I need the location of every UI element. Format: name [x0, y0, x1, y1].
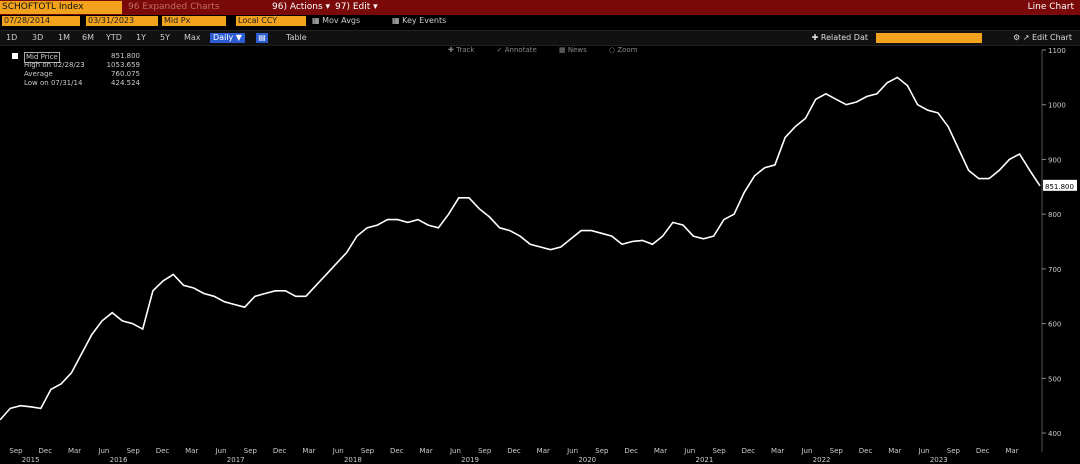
y-tick-label: 500	[1048, 375, 1061, 383]
x-tick-label: Sep	[712, 447, 726, 455]
x-year-label: 2017	[227, 456, 245, 464]
x-tick-label: Mar	[302, 447, 315, 455]
x-tick-label: Dec	[624, 447, 638, 455]
edit-menu[interactable]: 97) Edit ▾	[335, 1, 378, 14]
range-6m[interactable]: 6M	[82, 33, 94, 43]
x-tick-label: Mar	[68, 447, 81, 455]
x-tick-label: Jun	[683, 447, 695, 455]
x-tick-label: Jun	[97, 447, 109, 455]
mov-avgs-toggle[interactable]: ▦ Mov Avgs	[312, 16, 360, 26]
x-year-label: 2018	[344, 456, 362, 464]
x-tick-label: Dec	[39, 447, 53, 455]
y-tick-label: 400	[1048, 430, 1061, 438]
x-tick-label: Dec	[859, 447, 873, 455]
x-tick-label: Dec	[273, 447, 287, 455]
x-tick-label: Mar	[654, 447, 667, 455]
range-3d[interactable]: 3D	[32, 33, 43, 43]
ticker-field[interactable]: SCHOFTOTL Index	[0, 1, 122, 14]
x-tick-label: Dec	[156, 447, 170, 455]
x-tick-label: Dec	[976, 447, 990, 455]
x-tick-label: Jun	[918, 447, 930, 455]
x-tick-label: Dec	[742, 447, 756, 455]
x-tick-label: Jun	[566, 447, 578, 455]
x-tick-label: Sep	[478, 447, 492, 455]
x-tick-label: Jun	[215, 447, 227, 455]
x-tick-label: Mar	[185, 447, 198, 455]
range-1y[interactable]: 1Y	[136, 33, 146, 43]
x-year-label: 2021	[695, 456, 713, 464]
range-1d[interactable]: 1D	[6, 33, 17, 43]
range-1m[interactable]: 1M	[58, 33, 70, 43]
related-data-field[interactable]	[876, 33, 982, 43]
edit-chart-button[interactable]: ⚙ ↗ Edit Chart	[1013, 33, 1072, 42]
expanded-charts-menu[interactable]: 96 Expanded Charts	[128, 1, 268, 14]
series-line-mid-price[interactable]	[0, 76, 1041, 421]
table-view-icon[interactable]: ▤	[256, 33, 268, 43]
related-data-menu[interactable]: ✚ Related Dat	[812, 33, 868, 42]
x-tick-label: Mar	[537, 447, 550, 455]
header-bar: SCHOFTOTL Index 96 Expanded Charts 96) A…	[0, 0, 1080, 15]
x-year-label: 2022	[813, 456, 831, 464]
x-tick-label: Jun	[332, 447, 344, 455]
range-ytd[interactable]: YTD	[106, 33, 122, 43]
x-tick-label: Sep	[127, 447, 141, 455]
x-tick-label: Sep	[947, 447, 961, 455]
x-year-label: 2019	[461, 456, 479, 464]
y-tick-label: 700	[1048, 266, 1061, 274]
x-year-label: 2015	[22, 456, 40, 464]
y-tick-label: 600	[1048, 321, 1061, 329]
x-tick-label: Jun	[800, 447, 812, 455]
x-tick-label: Sep	[361, 447, 375, 455]
actions-menu[interactable]: 96) Actions ▾	[272, 1, 330, 14]
x-tick-label: Mar	[1005, 447, 1018, 455]
price-field-select[interactable]: Mid Px	[162, 16, 226, 26]
chart-type-label: Line Chart	[1027, 2, 1074, 12]
range-5y[interactable]: 5Y	[160, 33, 170, 43]
x-tick-label: Dec	[390, 447, 404, 455]
x-tick-label: Mar	[420, 447, 433, 455]
end-date-field[interactable]: 03/31/2023	[86, 16, 158, 26]
x-year-label: 2023	[930, 456, 948, 464]
x-tick-label: Dec	[507, 447, 521, 455]
x-tick-label: Mar	[888, 447, 901, 455]
x-tick-label: Mar	[771, 447, 784, 455]
y-tick-label: 900	[1048, 156, 1061, 164]
range-max[interactable]: Max	[184, 33, 201, 43]
x-year-label: 2020	[578, 456, 596, 464]
y-tick-label: 1000	[1048, 102, 1066, 110]
x-tick-label: Sep	[830, 447, 844, 455]
x-tick-label: Sep	[244, 447, 258, 455]
frequency-select[interactable]: Daily ▼	[210, 33, 245, 43]
x-year-label: 2016	[110, 456, 128, 464]
settings-toolbar: 07/28/2014 03/31/2023 Mid Px Local CCY ▦…	[0, 15, 1080, 28]
line-chart[interactable]: 400 500 600 700 800 900 1000 1100 851.800 Sep Dec M…	[0, 44, 1080, 464]
key-events-toggle[interactable]: ▦ Key Events	[392, 16, 446, 26]
y-tick-label: 1100	[1048, 47, 1066, 55]
y-tick-label: 800	[1048, 211, 1061, 219]
last-value-label: 851.800	[1045, 183, 1074, 191]
x-tick-label: Sep	[595, 447, 609, 455]
table-button[interactable]: Table	[286, 33, 307, 43]
currency-select[interactable]: Local CCY	[236, 16, 306, 26]
x-tick-label: Jun	[449, 447, 461, 455]
x-tick-label: Sep	[9, 447, 23, 455]
start-date-field[interactable]: 07/28/2014	[2, 16, 80, 26]
